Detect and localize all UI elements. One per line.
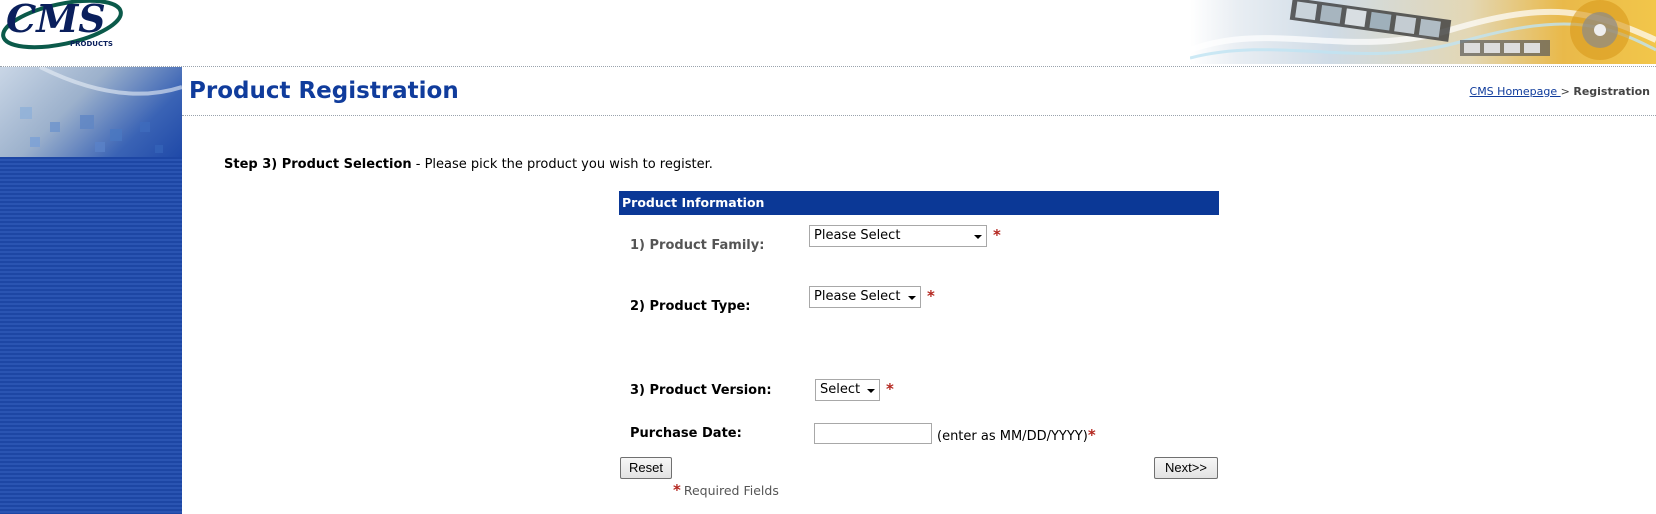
product-family-label: 1) Product Family:: [630, 238, 765, 253]
required-asterisk: *: [673, 481, 681, 499]
product-version-selected: Select: [820, 382, 861, 397]
breadcrumb: CMS Homepage > Registration: [1470, 85, 1650, 98]
purchase-date-label: Purchase Date:: [630, 426, 742, 441]
dropdown-arrow-icon: [974, 235, 982, 239]
product-type-select[interactable]: Please Select: [809, 286, 921, 308]
next-button[interactable]: Next>>: [1154, 457, 1218, 479]
breadcrumb-current: Registration: [1573, 85, 1650, 98]
required-fields-text: Required Fields: [683, 483, 779, 498]
form-section-header: Product Information: [619, 191, 1219, 215]
required-asterisk: *: [1087, 426, 1096, 444]
step-description: - Please pick the product you wish to re…: [411, 157, 713, 172]
title-divider: [182, 115, 1656, 116]
banner-film-strip: [1190, 0, 1656, 60]
product-version-select[interactable]: Select: [815, 379, 880, 401]
date-format-hint-text: (enter as MM/DD/YYYY): [937, 429, 1088, 444]
product-registration-form: Product Information 1) Product Family: P…: [619, 191, 1219, 499]
breadcrumb-home-link[interactable]: CMS Homepage: [1470, 85, 1561, 98]
logo-text: CMS: [6, 0, 106, 41]
page-title: Product Registration: [189, 78, 459, 104]
required-fields-note: * Required Fields: [673, 481, 779, 499]
sidebar-background: [0, 157, 182, 514]
product-type-label: 2) Product Type:: [630, 299, 751, 314]
dropdown-arrow-icon: [867, 389, 875, 393]
required-asterisk: *: [993, 226, 1001, 244]
product-version-label: 3) Product Version:: [630, 383, 772, 398]
product-family-select[interactable]: Please Select: [809, 225, 987, 247]
site-header: CMS PRODUCTS: [0, 0, 1656, 64]
date-format-hint: (enter as MM/DD/YYYY)*: [937, 426, 1096, 444]
logo-subtext: PRODUCTS: [70, 40, 113, 48]
cms-logo[interactable]: CMS PRODUCTS: [0, 0, 135, 50]
step-instructions: Step 3) Product Selection - Please pick …: [224, 157, 713, 172]
purchase-date-input[interactable]: [814, 423, 932, 444]
required-asterisk: *: [927, 287, 935, 305]
product-type-selected: Please Select: [814, 289, 901, 304]
step-label: Step 3) Product Selection: [224, 157, 412, 172]
sidebar-header-image: [0, 67, 182, 157]
required-asterisk: *: [886, 380, 894, 398]
reset-button[interactable]: Reset: [620, 457, 672, 479]
left-sidebar: [0, 67, 182, 514]
product-family-selected: Please Select: [814, 228, 901, 243]
header-divider: [0, 66, 1656, 67]
dropdown-arrow-icon: [908, 296, 916, 300]
header-banner-image: [1190, 0, 1656, 64]
breadcrumb-separator: >: [1560, 85, 1570, 98]
